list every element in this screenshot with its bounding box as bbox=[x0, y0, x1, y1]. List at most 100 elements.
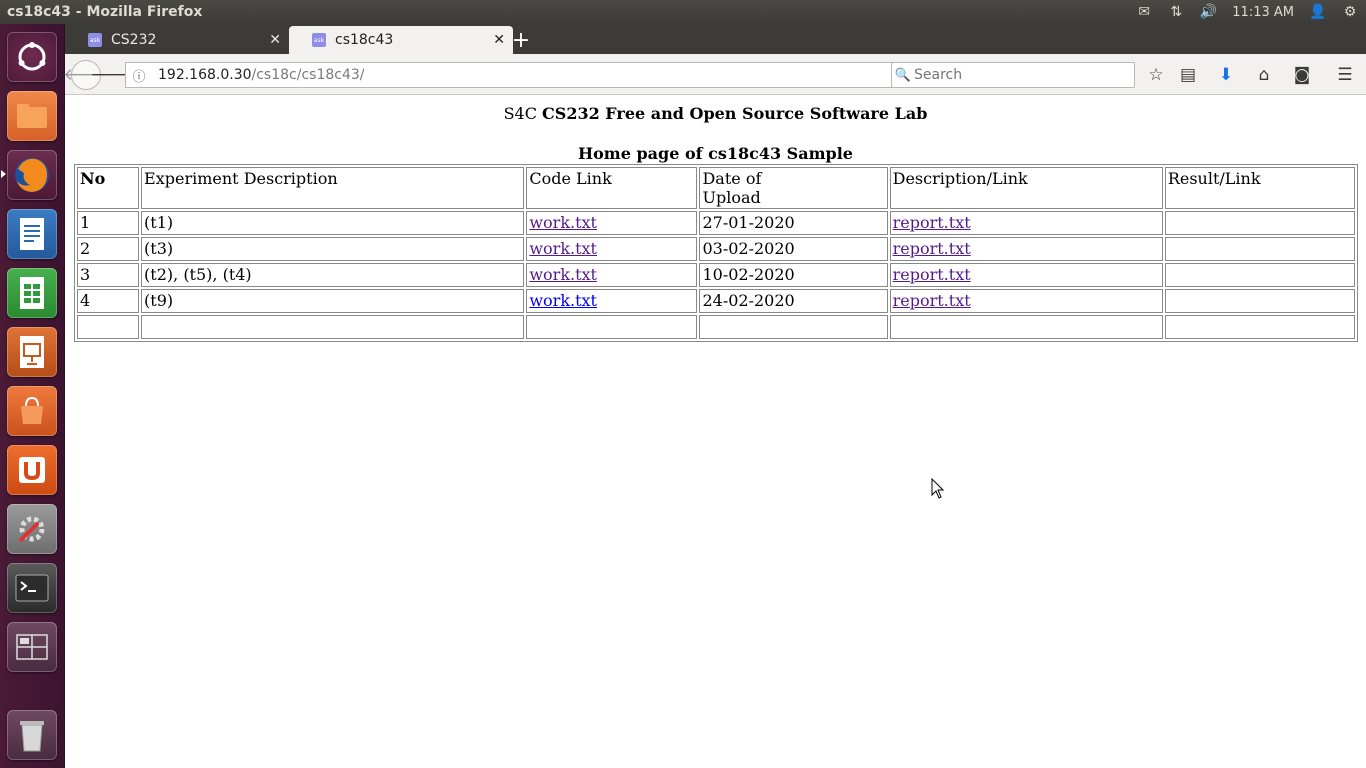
search-bar[interactable]: 🔍 bbox=[891, 62, 1135, 88]
site-info-icon[interactable]: ⓘ bbox=[126, 66, 152, 85]
tab-close-icon[interactable]: ✕ bbox=[493, 32, 505, 48]
user-icon[interactable]: 👤 bbox=[1302, 0, 1334, 24]
window-title: cs18c43 - Mozilla Firefox bbox=[7, 4, 203, 20]
page-content: S4C CS232 Free and Open Source Software … bbox=[65, 95, 1366, 768]
col-header-code-link: Code Link bbox=[526, 167, 698, 209]
cell-result bbox=[1164, 211, 1355, 235]
cell-no: 1 bbox=[77, 211, 140, 235]
page-heading: S4C CS232 Free and Open Source Software … bbox=[65, 104, 1366, 123]
ubuntu-one-icon[interactable] bbox=[7, 445, 57, 495]
unity-launcher bbox=[0, 24, 65, 768]
downloads-icon[interactable]: ⬇ bbox=[1213, 62, 1239, 88]
trash-icon[interactable] bbox=[7, 710, 57, 760]
code-link[interactable]: work.txt bbox=[529, 265, 597, 284]
terminal-icon[interactable] bbox=[7, 563, 57, 613]
tab-cs232[interactable]: ask CS232 ✕ bbox=[65, 26, 289, 54]
navigation-toolbar: 🡐 🡒 ⓘ 192.168.0.30/cs18c/cs18c43/ ⟳ 🔍 ☆ … bbox=[63, 54, 1366, 95]
new-tab-icon[interactable]: + bbox=[508, 27, 534, 53]
table-row: 2 (t3) work.txt 03-02-2020 report.txt bbox=[77, 237, 1355, 261]
reading-list-icon[interactable]: ▤ bbox=[1175, 62, 1201, 88]
report-link[interactable]: report.txt bbox=[893, 291, 971, 310]
menu-hamburger-icon[interactable]: ☰ bbox=[1332, 62, 1358, 88]
cell-report: report.txt bbox=[889, 211, 1163, 235]
date-header-line1: Date of bbox=[702, 169, 762, 188]
impress-icon[interactable] bbox=[7, 327, 57, 377]
cell-code: work.txt bbox=[526, 211, 698, 235]
search-input[interactable] bbox=[914, 67, 1114, 83]
url-bar[interactable]: ⓘ 192.168.0.30/cs18c/cs18c43/ ⟳ bbox=[125, 62, 948, 88]
report-link[interactable]: report.txt bbox=[893, 239, 971, 258]
cell-description bbox=[141, 315, 525, 339]
volume-icon[interactable]: 🔊 bbox=[1192, 0, 1224, 24]
cell-date bbox=[699, 315, 888, 339]
report-link[interactable]: report.txt bbox=[893, 265, 971, 284]
active-app-indicator bbox=[1, 170, 6, 178]
cell-date: 03-02-2020 bbox=[699, 237, 888, 261]
cell-date: 24-02-2020 bbox=[699, 289, 888, 313]
url-host: 192.168.0.30 bbox=[158, 67, 252, 83]
cell-result bbox=[1164, 237, 1355, 261]
tab-strip: ask CS232 ✕ ask cs18c43 ✕ + bbox=[65, 24, 1366, 54]
code-link[interactable]: work.txt bbox=[529, 239, 597, 258]
writer-icon[interactable] bbox=[7, 209, 57, 259]
page-subheading: Home page of cs18c43 Sample bbox=[578, 144, 853, 163]
firefox-icon[interactable] bbox=[7, 150, 57, 200]
mail-icon[interactable]: ✉ bbox=[1128, 0, 1160, 24]
url-path: /cs18c/cs18c43/ bbox=[251, 67, 365, 83]
table-header-row: No Experiment Description Code Link Date… bbox=[77, 167, 1355, 209]
files-icon[interactable] bbox=[7, 91, 57, 141]
cell-code: work.txt bbox=[526, 263, 698, 287]
tab-favicon-icon: ask bbox=[88, 33, 102, 47]
cell-date: 27-01-2020 bbox=[699, 211, 888, 235]
workspace-switcher-icon[interactable] bbox=[7, 622, 57, 672]
table-row: 3 (t2), (t5), (t4) work.txt 10-02-2020 r… bbox=[77, 263, 1355, 287]
code-link[interactable]: work.txt bbox=[529, 213, 597, 232]
table-row bbox=[77, 315, 1355, 339]
cell-description: (t2), (t5), (t4) bbox=[141, 263, 525, 287]
home-icon[interactable]: ⌂ bbox=[1251, 62, 1277, 88]
cell-no bbox=[77, 315, 140, 339]
software-center-icon[interactable] bbox=[7, 386, 57, 436]
network-icon[interactable]: ⇅ bbox=[1160, 0, 1192, 24]
experiments-table: No Experiment Description Code Link Date… bbox=[74, 164, 1358, 342]
col-header-experiment: Experiment Description bbox=[141, 167, 525, 209]
tab-label: cs18c43 bbox=[335, 32, 394, 48]
cell-report: report.txt bbox=[889, 237, 1163, 261]
cell-result bbox=[1164, 263, 1355, 287]
col-header-date: Date of Upload bbox=[699, 167, 888, 209]
cell-no: 2 bbox=[77, 237, 140, 261]
calc-icon[interactable] bbox=[7, 268, 57, 318]
table-row: 1 (t1) work.txt 27-01-2020 report.txt bbox=[77, 211, 1355, 235]
col-header-result-link: Result/Link bbox=[1164, 167, 1355, 209]
cell-result bbox=[1164, 315, 1355, 339]
heading-prefix: S4C bbox=[503, 104, 537, 123]
code-link[interactable]: work.txt bbox=[529, 291, 597, 310]
top-panel: cs18c43 - Mozilla Firefox ✉ ⇅ 🔊 11:13 AM… bbox=[0, 0, 1366, 24]
heading-course-title: CS232 Free and Open Source Software Lab bbox=[542, 104, 928, 123]
forward-arrow-icon[interactable]: 🡒 bbox=[90, 63, 136, 87]
system-tray: ✉ ⇅ 🔊 11:13 AM 👤 ⚙ bbox=[1128, 0, 1366, 24]
cell-report: report.txt bbox=[889, 263, 1163, 287]
cell-report bbox=[889, 315, 1163, 339]
power-gear-icon[interactable]: ⚙ bbox=[1334, 0, 1366, 24]
ubuntu-dash-icon[interactable] bbox=[7, 32, 57, 82]
clock[interactable]: 11:13 AM bbox=[1224, 5, 1302, 20]
cell-report: report.txt bbox=[889, 289, 1163, 313]
report-link[interactable]: report.txt bbox=[893, 213, 971, 232]
cell-description: (t9) bbox=[141, 289, 525, 313]
cell-date: 10-02-2020 bbox=[699, 263, 888, 287]
cell-result bbox=[1164, 289, 1355, 313]
bookmark-star-icon[interactable]: ☆ bbox=[1143, 62, 1169, 88]
tab-close-icon[interactable]: ✕ bbox=[269, 32, 281, 48]
col-header-description-link: Description/Link bbox=[889, 167, 1163, 209]
pocket-icon[interactable]: ◙ bbox=[1289, 62, 1315, 88]
search-icon: 🔍 bbox=[894, 67, 912, 83]
system-settings-icon[interactable] bbox=[7, 504, 57, 554]
cell-description: (t1) bbox=[141, 211, 525, 235]
col-header-no: No bbox=[77, 167, 140, 209]
tab-label: CS232 bbox=[111, 32, 157, 48]
cell-code: work.txt bbox=[526, 237, 698, 261]
cell-no: 3 bbox=[77, 263, 140, 287]
cell-code: work.txt bbox=[526, 289, 698, 313]
tab-cs18c43[interactable]: ask cs18c43 ✕ bbox=[289, 26, 513, 54]
